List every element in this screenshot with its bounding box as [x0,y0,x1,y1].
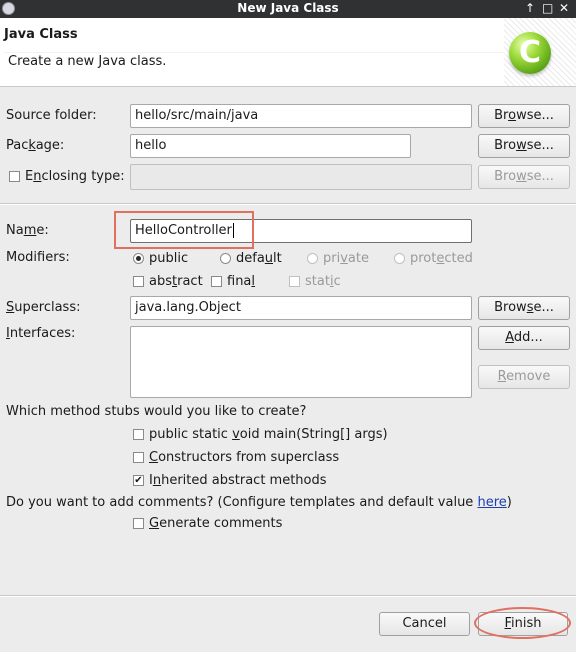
protected-radio [394,253,405,264]
restore-icon[interactable]: □ [542,1,553,15]
cancel-button[interactable]: Cancel [379,612,470,636]
page-title: Java Class [4,27,78,42]
maximize-icon[interactable]: ↑ [525,1,535,15]
source-folder-input[interactable]: hello/src/main/java [130,104,472,128]
main-method-label: public static void main(String[] args) [149,427,388,442]
static-label: static [305,274,341,289]
constructors-checkbox[interactable] [133,452,144,463]
main-method-checkbox[interactable] [133,429,144,440]
modifiers-label: Modifiers: [6,250,70,265]
enclosing-type-label: Enclosing type: [25,169,125,184]
superclass-browse-button[interactable]: Browse... [478,296,570,320]
package-label: Package: [6,138,65,153]
section-divider [0,203,576,205]
inherited-methods-checkbox[interactable]: ✔ [133,475,144,486]
comments-question: Do you want to add comments? (Configure … [6,495,512,510]
interfaces-list[interactable] [130,326,472,398]
superclass-input[interactable]: java.lang.Object [130,296,472,320]
public-radio[interactable] [133,253,144,264]
java-class-icon: C [509,32,551,74]
abstract-label: abstract [149,274,203,289]
name-highlight [114,211,254,249]
default-label: default [236,251,282,266]
add-interface-button[interactable]: Add... [478,326,570,350]
inherited-methods-label: Inherited abstract methods [149,473,327,488]
enclosing-type-checkbox[interactable] [9,171,20,182]
package-browse-button[interactable]: Browse... [478,134,570,158]
package-input[interactable]: hello [130,134,411,158]
private-radio [307,253,318,264]
constructors-label: Constructors from superclass [149,450,340,465]
private-label: private [323,251,369,266]
generate-comments-label: Generate comments [149,516,283,531]
abstract-checkbox[interactable] [133,276,144,287]
final-label: final [227,274,256,289]
page-description: Create a new Java class. [8,54,167,69]
enclosing-type-browse-button: Browse... [478,165,570,189]
source-folder-browse-button[interactable]: Browse... [478,104,570,128]
wizard-banner: Java Class Create a new Java class. C [0,18,576,87]
interfaces-label: Interfaces: [6,326,76,341]
default-radio[interactable] [220,253,231,264]
stubs-question: Which method stubs would you like to cre… [6,404,307,419]
source-folder-label: Source folder: [6,108,97,123]
final-checkbox[interactable] [211,276,222,287]
window-title: New Java Class [237,1,339,15]
finish-highlight [474,607,571,639]
name-label: Name: [6,223,49,238]
superclass-label: Superclass: [6,300,81,315]
protected-label: protected [410,251,473,266]
close-icon[interactable]: ✕ [559,1,569,15]
templates-link[interactable]: here [477,495,506,510]
generate-comments-checkbox[interactable] [133,518,144,529]
footer-divider [0,595,576,597]
title-bar: New Java Class ↑ □ ✕ [0,0,576,18]
enclosing-type-input [130,164,472,190]
remove-interface-button: Remove [478,365,570,389]
public-label: public [149,251,189,266]
static-checkbox [289,276,300,287]
